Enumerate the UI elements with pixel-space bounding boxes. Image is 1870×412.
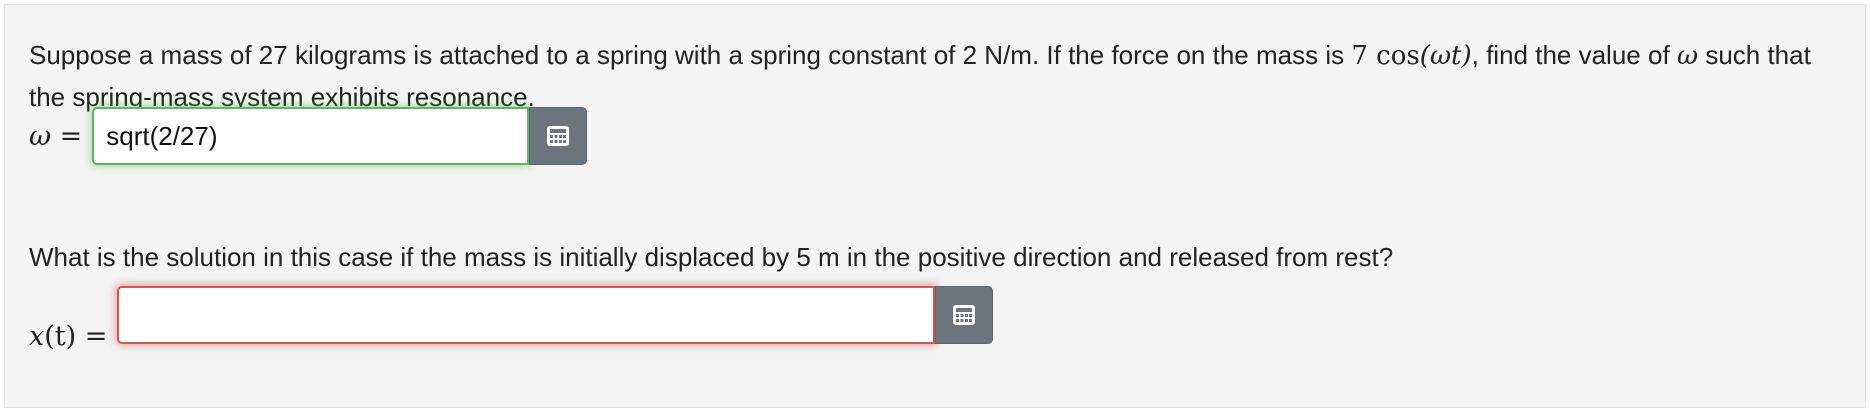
answer-2-rest: (t) = (44, 321, 108, 352)
answer-1-row: ω = (29, 107, 588, 165)
calculator-grid-icon (547, 126, 570, 146)
position-answer-input[interactable] (117, 286, 936, 344)
omega-answer-input[interactable] (92, 107, 530, 165)
answer-2-variable: x (29, 321, 45, 352)
answer-1-equals: = (51, 120, 83, 152)
answer-2-input-group (117, 286, 994, 344)
force-function: cos (1367, 41, 1420, 71)
force-number: 7 (1351, 41, 1368, 71)
answer-2-label: x(t) = (29, 321, 107, 352)
answer-1-input-group (92, 107, 588, 165)
answer-1-keypad-button[interactable] (529, 107, 588, 165)
answer-1-variable: ω (29, 120, 52, 152)
answer-2-row: x(t) = (29, 286, 994, 352)
question-2-text: What is the solution in this case if the… (29, 242, 1394, 272)
question-panel: Suppose a mass of 27 kilograms is attach… (4, 4, 1866, 408)
force-argument: (ωt) (1419, 41, 1472, 71)
question-1-text-before: Suppose a mass of 27 kilograms is attach… (29, 40, 1352, 70)
question-1-text-middle: , find the value of (1471, 40, 1677, 70)
calculator-grid-icon (953, 305, 976, 325)
omega-symbol: ω (1676, 41, 1699, 71)
answer-2-keypad-button[interactable] (935, 286, 994, 344)
answer-1-label: ω = (29, 121, 82, 152)
question-1-text: Suppose a mass of 27 kilograms is attach… (29, 35, 1849, 118)
